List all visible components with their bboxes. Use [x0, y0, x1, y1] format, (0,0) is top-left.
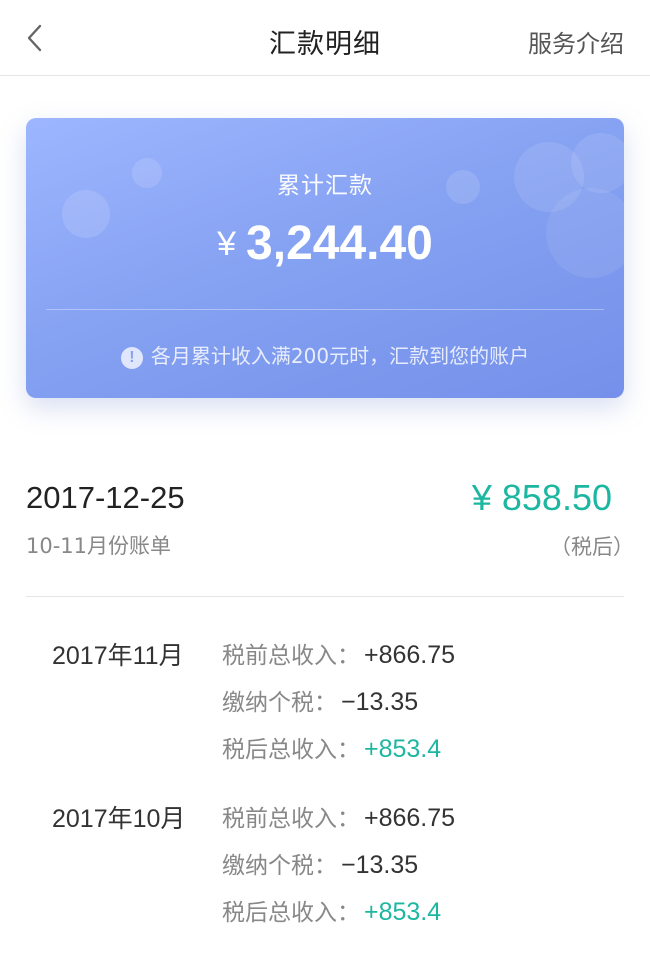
currency-symbol: ¥ — [217, 225, 237, 263]
tax-paid-value: −13.35 — [341, 851, 419, 879]
service-intro-link[interactable]: 服务介绍 — [528, 24, 624, 59]
pre-tax-income-row: 税前总收入： +866.75 — [222, 799, 455, 833]
pre-tax-income-row: 税前总收入： +866.75 — [222, 636, 455, 670]
post-tax-income-value: +853.4 — [364, 898, 442, 926]
total-amount-value: 3,244.40 — [246, 217, 433, 270]
pre-tax-income-label: 税前总收入： — [222, 806, 360, 832]
month-label: 2017年11月 — [52, 642, 184, 670]
nav-bar: 汇款明细 服务介绍 — [0, 0, 650, 76]
post-tax-income-row: 税后总收入： +853.4 — [222, 730, 441, 764]
currency-symbol: ¥ — [471, 477, 492, 518]
tax-paid-row: 缴纳个税： −13.35 — [222, 846, 418, 880]
month-label: 2017年10月 — [52, 805, 186, 833]
total-remittance-card: 累计汇款 ¥3,244.40 ! 各月累计收入满200元时，汇款到您的账户 — [26, 118, 624, 398]
tax-paid-row: 缴纳个税： −13.35 — [222, 683, 418, 717]
bill-period: 10-11月份账单 — [26, 534, 172, 558]
post-tax-income-label: 税后总收入： — [222, 900, 360, 926]
pre-tax-income-label: 税前总收入： — [222, 643, 360, 669]
remittance-rule-note: ! 各月累计收入满200元时，汇款到您的账户 — [26, 340, 624, 369]
post-tax-income-value: +853.4 — [364, 735, 442, 763]
remittance-amount-value: 858.50 — [501, 477, 612, 518]
post-tax-income-row: 税后总收入： +853.4 — [222, 893, 441, 927]
remittance-amount: ¥858.50 — [472, 477, 612, 519]
remittance-rule-text: 各月累计收入满200元时，汇款到您的账户 — [150, 344, 530, 368]
total-remittance-amount: ¥3,244.40 — [26, 216, 624, 271]
tax-paid-value: −13.35 — [341, 688, 419, 716]
post-tax-income-label: 税后总收入： — [222, 737, 360, 763]
tax-paid-label: 缴纳个税： — [222, 690, 337, 716]
pre-tax-income-value: +866.75 — [364, 804, 456, 832]
divider — [26, 596, 624, 597]
remittance-date: 2017-12-25 — [26, 480, 185, 515]
total-remittance-label: 累计汇款 — [277, 173, 373, 199]
divider — [46, 309, 604, 310]
exclamation-icon: ! — [120, 347, 143, 369]
pre-tax-income-value: +866.75 — [364, 641, 456, 669]
tax-paid-label: 缴纳个税： — [222, 853, 337, 879]
after-tax-note: （税后） — [550, 535, 634, 559]
